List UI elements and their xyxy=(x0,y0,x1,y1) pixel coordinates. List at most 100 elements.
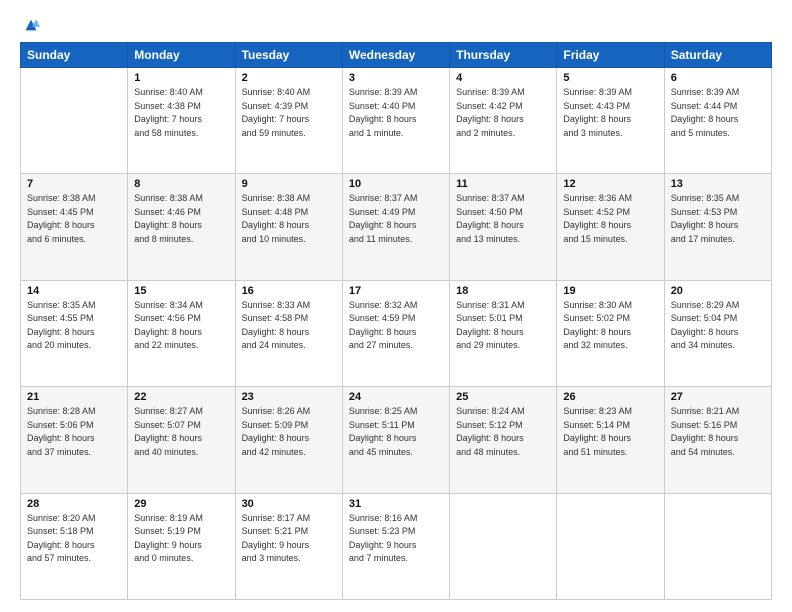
day-number: 28 xyxy=(27,498,121,510)
calendar-table: SundayMondayTuesdayWednesdayThursdayFrid… xyxy=(20,42,772,600)
day-info: Sunrise: 8:19 AMSunset: 5:19 PMDaylight:… xyxy=(134,512,228,566)
calendar-cell: 15 Sunrise: 8:34 AMSunset: 4:56 PMDayligh… xyxy=(128,280,235,386)
calendar-day-header: Thursday xyxy=(450,43,557,68)
day-info: Sunrise: 8:31 AMSunset: 5:01 PMDaylight:… xyxy=(456,299,550,353)
calendar-cell: 27 Sunrise: 8:21 AMSunset: 5:16 PMDayligh… xyxy=(664,387,771,493)
calendar-cell: 22 Sunrise: 8:27 AMSunset: 5:07 PMDayligh… xyxy=(128,387,235,493)
day-number: 7 xyxy=(27,178,121,190)
day-number: 18 xyxy=(456,285,550,297)
day-info: Sunrise: 8:21 AMSunset: 5:16 PMDaylight:… xyxy=(671,405,765,459)
calendar-cell xyxy=(21,68,128,174)
day-info: Sunrise: 8:24 AMSunset: 5:12 PMDaylight:… xyxy=(456,405,550,459)
calendar-cell: 28 Sunrise: 8:20 AMSunset: 5:18 PMDayligh… xyxy=(21,493,128,599)
day-info: Sunrise: 8:40 AMSunset: 4:39 PMDaylight:… xyxy=(242,86,336,140)
day-number: 3 xyxy=(349,72,443,84)
calendar-cell: 1 Sunrise: 8:40 AMSunset: 4:38 PMDaylight… xyxy=(128,68,235,174)
calendar-week-row: 28 Sunrise: 8:20 AMSunset: 5:18 PMDayligh… xyxy=(21,493,772,599)
calendar-cell: 21 Sunrise: 8:28 AMSunset: 5:06 PMDayligh… xyxy=(21,387,128,493)
day-number: 9 xyxy=(242,178,336,190)
day-info: Sunrise: 8:26 AMSunset: 5:09 PMDaylight:… xyxy=(242,405,336,459)
calendar-cell: 6Sunrise: 8:39 AMSunset: 4:44 PMDaylight… xyxy=(664,68,771,174)
header xyxy=(20,16,772,34)
day-number: 21 xyxy=(27,391,121,403)
day-info: Sunrise: 8:32 AMSunset: 4:59 PMDaylight:… xyxy=(349,299,443,353)
day-number: 30 xyxy=(242,498,336,510)
calendar-cell: 17 Sunrise: 8:32 AMSunset: 4:59 PMDayligh… xyxy=(342,280,449,386)
day-number: 26 xyxy=(563,391,657,403)
day-number: 24 xyxy=(349,391,443,403)
calendar-cell: 30 Sunrise: 8:17 AMSunset: 5:21 PMDayligh… xyxy=(235,493,342,599)
day-info: Sunrise: 8:25 AMSunset: 5:11 PMDaylight:… xyxy=(349,405,443,459)
day-number: 2 xyxy=(242,72,336,84)
calendar-cell: 12 Sunrise: 8:36 AMSunset: 4:52 PMDayligh… xyxy=(557,174,664,280)
day-info: Sunrise: 8:38 AMSunset: 4:48 PMDaylight:… xyxy=(242,192,336,246)
calendar-cell: 9 Sunrise: 8:38 AMSunset: 4:48 PMDaylight… xyxy=(235,174,342,280)
day-number: 15 xyxy=(134,285,228,297)
day-info: Sunrise: 8:37 AMSunset: 4:50 PMDaylight:… xyxy=(456,192,550,246)
day-info: Sunrise: 8:16 AMSunset: 5:23 PMDaylight:… xyxy=(349,512,443,566)
day-number: 14 xyxy=(27,285,121,297)
day-info: Sunrise: 8:27 AMSunset: 5:07 PMDaylight:… xyxy=(134,405,228,459)
calendar-week-row: 1 Sunrise: 8:40 AMSunset: 4:38 PMDaylight… xyxy=(21,68,772,174)
day-info: Sunrise: 8:39 AMSunset: 4:40 PMDaylight:… xyxy=(349,86,443,140)
calendar-day-header: Tuesday xyxy=(235,43,342,68)
day-info: Sunrise: 8:30 AMSunset: 5:02 PMDaylight:… xyxy=(563,299,657,353)
day-number: 12 xyxy=(563,178,657,190)
calendar-cell: 20 Sunrise: 8:29 AMSunset: 5:04 PMDayligh… xyxy=(664,280,771,386)
logo-icon xyxy=(22,16,40,34)
day-number: 1 xyxy=(134,72,228,84)
page: SundayMondayTuesdayWednesdayThursdayFrid… xyxy=(0,0,792,612)
day-number: 6 xyxy=(671,72,765,84)
day-info: Sunrise: 8:38 AMSunset: 4:46 PMDaylight:… xyxy=(134,192,228,246)
day-info: Sunrise: 8:23 AMSunset: 5:14 PMDaylight:… xyxy=(563,405,657,459)
calendar-week-row: 21 Sunrise: 8:28 AMSunset: 5:06 PMDayligh… xyxy=(21,387,772,493)
day-number: 31 xyxy=(349,498,443,510)
calendar-cell: 10 Sunrise: 8:37 AMSunset: 4:49 PMDayligh… xyxy=(342,174,449,280)
day-number: 8 xyxy=(134,178,228,190)
calendar-cell xyxy=(557,493,664,599)
calendar-cell: 14 Sunrise: 8:35 AMSunset: 4:55 PMDayligh… xyxy=(21,280,128,386)
day-info: Sunrise: 8:39 AMSunset: 4:42 PMDaylight:… xyxy=(456,86,550,140)
day-number: 20 xyxy=(671,285,765,297)
day-number: 19 xyxy=(563,285,657,297)
day-info: Sunrise: 8:33 AMSunset: 4:58 PMDaylight:… xyxy=(242,299,336,353)
calendar-cell: 7 Sunrise: 8:38 AMSunset: 4:45 PMDaylight… xyxy=(21,174,128,280)
logo xyxy=(20,16,40,34)
day-info: Sunrise: 8:17 AMSunset: 5:21 PMDaylight:… xyxy=(242,512,336,566)
day-number: 25 xyxy=(456,391,550,403)
day-info: Sunrise: 8:28 AMSunset: 5:06 PMDaylight:… xyxy=(27,405,121,459)
calendar-cell: 19 Sunrise: 8:30 AMSunset: 5:02 PMDayligh… xyxy=(557,280,664,386)
calendar-cell: 2 Sunrise: 8:40 AMSunset: 4:39 PMDaylight… xyxy=(235,68,342,174)
calendar-week-row: 14 Sunrise: 8:35 AMSunset: 4:55 PMDayligh… xyxy=(21,280,772,386)
day-info: Sunrise: 8:38 AMSunset: 4:45 PMDaylight:… xyxy=(27,192,121,246)
day-info: Sunrise: 8:40 AMSunset: 4:38 PMDaylight:… xyxy=(134,86,228,140)
day-number: 27 xyxy=(671,391,765,403)
day-number: 29 xyxy=(134,498,228,510)
calendar-cell: 8 Sunrise: 8:38 AMSunset: 4:46 PMDaylight… xyxy=(128,174,235,280)
calendar-header-row: SundayMondayTuesdayWednesdayThursdayFrid… xyxy=(21,43,772,68)
day-number: 23 xyxy=(242,391,336,403)
day-info: Sunrise: 8:35 AMSunset: 4:53 PMDaylight:… xyxy=(671,192,765,246)
calendar-cell xyxy=(664,493,771,599)
day-number: 10 xyxy=(349,178,443,190)
calendar-cell: 23 Sunrise: 8:26 AMSunset: 5:09 PMDayligh… xyxy=(235,387,342,493)
day-number: 22 xyxy=(134,391,228,403)
calendar-day-header: Monday xyxy=(128,43,235,68)
calendar-cell: 29 Sunrise: 8:19 AMSunset: 5:19 PMDayligh… xyxy=(128,493,235,599)
day-info: Sunrise: 8:35 AMSunset: 4:55 PMDaylight:… xyxy=(27,299,121,353)
day-number: 13 xyxy=(671,178,765,190)
day-number: 17 xyxy=(349,285,443,297)
day-info: Sunrise: 8:39 AMSunset: 4:43 PMDaylight:… xyxy=(563,86,657,140)
day-number: 16 xyxy=(242,285,336,297)
calendar-cell: 5Sunrise: 8:39 AMSunset: 4:43 PMDaylight… xyxy=(557,68,664,174)
day-info: Sunrise: 8:36 AMSunset: 4:52 PMDaylight:… xyxy=(563,192,657,246)
day-info: Sunrise: 8:34 AMSunset: 4:56 PMDaylight:… xyxy=(134,299,228,353)
day-info: Sunrise: 8:29 AMSunset: 5:04 PMDaylight:… xyxy=(671,299,765,353)
calendar-day-header: Wednesday xyxy=(342,43,449,68)
day-number: 11 xyxy=(456,178,550,190)
day-info: Sunrise: 8:20 AMSunset: 5:18 PMDaylight:… xyxy=(27,512,121,566)
day-info: Sunrise: 8:37 AMSunset: 4:49 PMDaylight:… xyxy=(349,192,443,246)
calendar-cell: 31 Sunrise: 8:16 AMSunset: 5:23 PMDayligh… xyxy=(342,493,449,599)
day-number: 4 xyxy=(456,72,550,84)
calendar-day-header: Friday xyxy=(557,43,664,68)
